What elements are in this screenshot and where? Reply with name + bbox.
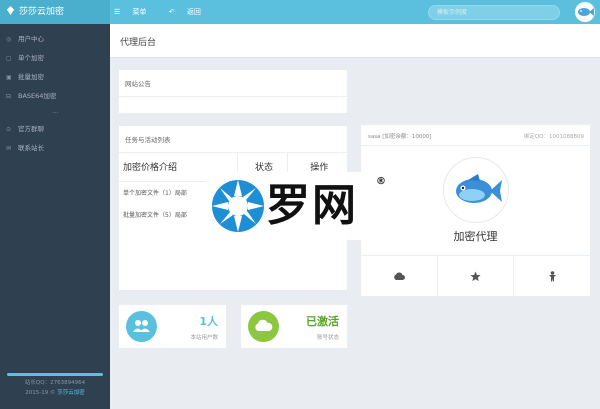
group-icon: ⊙ bbox=[6, 126, 12, 133]
top-bar: 莎莎云加密 ☰ 菜单 ↶ 返回 bbox=[0, 0, 600, 24]
cloud-icon bbox=[248, 311, 279, 342]
menu-button[interactable]: ☰ 菜单 bbox=[114, 8, 157, 16]
sidebar-item-label: 批量加密 bbox=[18, 73, 44, 81]
bound-qq: 绑定QQ：1001088809 bbox=[523, 134, 584, 140]
app-logo-icon bbox=[6, 6, 15, 15]
sidebar-item-contact[interactable]: ✉ 联系站长 bbox=[0, 139, 110, 158]
account-status-card: 已激活 账号状态 bbox=[241, 305, 347, 348]
back-icon: ↶ bbox=[168, 8, 177, 16]
notice-title: 网站公告 bbox=[119, 70, 347, 97]
star-icon bbox=[470, 271, 481, 281]
star-button[interactable] bbox=[438, 256, 515, 296]
tasks-title: 任务与活动列表 bbox=[119, 126, 347, 153]
sidebar: ◎ 用户中心 ▢ 单个加密 ▣ 批量加密 ⊟ BASE64加密 ... ⊙ 官方群聊 ✉ 联… bbox=[0, 24, 110, 409]
code-icon: ⊟ bbox=[6, 93, 12, 100]
person-button[interactable] bbox=[514, 256, 590, 296]
sidebar-item-single-encrypt[interactable]: ▢ 单个加密 bbox=[0, 49, 110, 68]
watermark-registered-mark: ® bbox=[376, 176, 386, 187]
profile-header: sasa [加密余额：10000] 绑定QQ：1001088809 bbox=[361, 125, 590, 146]
account-status-value: 已激活 bbox=[306, 315, 339, 328]
person-icon bbox=[548, 270, 556, 281]
watermark-logo-icon bbox=[212, 180, 264, 232]
brand[interactable]: 莎莎云加密 bbox=[0, 0, 110, 24]
dashboard-icon: ◎ bbox=[6, 36, 12, 43]
user-count-value: 1人 bbox=[199, 315, 218, 328]
files-icon: ▣ bbox=[6, 74, 12, 81]
back-label: 返回 bbox=[186, 8, 201, 16]
title-bar: 代理后台 bbox=[110, 24, 600, 58]
notice-panel: 网站公告 bbox=[119, 70, 347, 113]
page-title: 代理后台 bbox=[120, 38, 157, 48]
profile-role: 加密代理 bbox=[453, 230, 498, 243]
profile-avatar bbox=[443, 157, 509, 223]
cloud-button[interactable] bbox=[361, 256, 438, 296]
sidebar-item-base64[interactable]: ⊟ BASE64加密 bbox=[0, 87, 110, 106]
avatar[interactable] bbox=[575, 2, 595, 22]
watermark-text: 罗网 bbox=[266, 180, 358, 231]
account-status-label: 账号状态 bbox=[316, 335, 339, 341]
cloud-icon bbox=[394, 272, 405, 280]
menu-icon: ☰ bbox=[114, 8, 123, 16]
back-button[interactable]: ↶ 返回 bbox=[169, 8, 211, 16]
fish-icon bbox=[456, 174, 502, 203]
user-balance: sasa [加密余额：10000] bbox=[368, 134, 432, 140]
footer-qq: 站长QQ：2763894964 bbox=[24, 380, 86, 386]
brand-name: 莎莎云加密 bbox=[19, 7, 65, 17]
watermark: 罗网 ® bbox=[206, 172, 386, 240]
sidebar-item-label: 官方群聊 bbox=[18, 125, 44, 133]
file-icon: ▢ bbox=[6, 55, 12, 62]
sidebar-item-label: 单个加密 bbox=[18, 54, 44, 62]
user-count-card: 1人 本站用户数 bbox=[119, 305, 226, 348]
menu-label: 菜单 bbox=[132, 8, 147, 16]
footer-copyright-prefix: 2015-19 © bbox=[25, 390, 58, 396]
sidebar-item-batch-encrypt[interactable]: ▣ 批量加密 bbox=[0, 68, 110, 87]
profile-panel: sasa [加密余额：10000] 绑定QQ：1001088809 加密代理 bbox=[361, 125, 590, 296]
fish-avatar-icon bbox=[578, 8, 594, 16]
sidebar-item-label: BASE64加密 bbox=[18, 92, 57, 100]
user-count-label: 本站用户数 bbox=[190, 335, 218, 341]
search-input[interactable] bbox=[428, 5, 560, 20]
sidebar-footer: 站长QQ：2763894964 2015-19 © 莎莎云加密 bbox=[0, 373, 110, 409]
footer-site-link[interactable]: 莎莎云加密 bbox=[57, 390, 85, 396]
profile-actions bbox=[361, 255, 590, 296]
contact-icon: ✉ bbox=[6, 145, 12, 152]
sidebar-footer-bar bbox=[7, 373, 103, 376]
users-icon bbox=[126, 311, 157, 342]
sidebar-separator: ... bbox=[52, 107, 59, 115]
sidebar-item-label: 用户中心 bbox=[18, 35, 44, 43]
sidebar-item-official-group[interactable]: ⊙ 官方群聊 bbox=[0, 120, 110, 139]
sidebar-item-label: 联系站长 bbox=[18, 144, 44, 152]
sidebar-item-user-center[interactable]: ◎ 用户中心 bbox=[0, 30, 110, 49]
top-nav: ☰ 菜单 ↶ 返回 bbox=[114, 0, 221, 24]
footer-copyright: 2015-19 © 莎莎云加密 bbox=[0, 388, 110, 398]
